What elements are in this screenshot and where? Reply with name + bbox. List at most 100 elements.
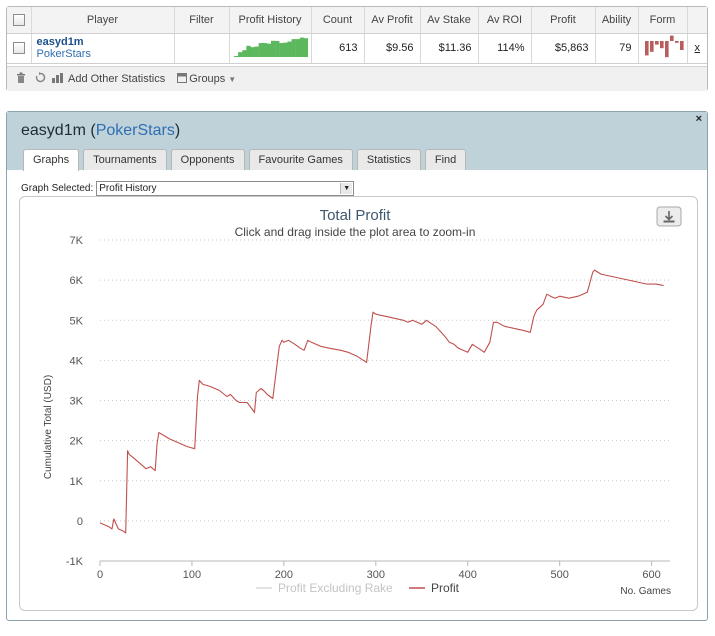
stats-table: Player Filter Profit History Count Av Pr… (7, 7, 707, 64)
tab-find[interactable]: Find (424, 149, 467, 170)
chart-container[interactable]: Total Profit Click and drag inside the p… (19, 196, 698, 611)
chart-subtitle: Click and drag inside the plot area to z… (235, 225, 476, 239)
x-tick-label: 0 (97, 569, 103, 581)
form-bar (654, 40, 659, 45)
col-remove (687, 7, 707, 34)
panel-site-link[interactable]: PokerStars (96, 122, 175, 139)
x-tick-label: 200 (275, 569, 293, 581)
remove-player-link[interactable]: x (687, 33, 707, 64)
x-tick-label: 500 (550, 569, 568, 581)
sparkline-bar (291, 38, 296, 57)
panel-title: easyd1m (PokerStars) (21, 122, 181, 139)
form-bars (644, 35, 684, 57)
sparkline-bar (295, 38, 300, 57)
player-name-link[interactable]: easyd1m (37, 36, 168, 48)
graph-select-value: Profit History (99, 183, 157, 194)
sparkline-bar (299, 37, 304, 57)
sparkline-bar (282, 42, 288, 57)
col-count[interactable]: Count (311, 7, 365, 34)
bar-chart-icon (52, 72, 63, 86)
sparkline-bar (237, 51, 242, 57)
trash-icon[interactable] (16, 72, 26, 86)
profit-chart[interactable]: Total Profit Click and drag inside the p… (20, 197, 697, 610)
col-profit[interactable]: Profit (531, 7, 596, 34)
col-av-stake[interactable]: Av Stake (420, 7, 479, 34)
export-button[interactable] (656, 206, 682, 227)
series-line-profit[interactable] (99, 269, 664, 534)
player-detail-panel: easyd1m (PokerStars) × Graphs Tournament… (6, 111, 708, 621)
stats-table-panel: Player Filter Profit History Count Av Pr… (6, 6, 708, 91)
col-player[interactable]: Player (31, 7, 175, 34)
groups-label: Groups (189, 73, 226, 85)
select-all-cell[interactable] (7, 7, 32, 34)
close-icon[interactable]: × (696, 113, 702, 125)
col-form[interactable]: Form (638, 7, 688, 34)
legend-label: Profit (431, 581, 460, 595)
av-stake-cell: $11.36 (420, 33, 479, 64)
sparkline-bar (270, 40, 275, 57)
y-tick-label: 3K (70, 396, 84, 408)
refresh-icon[interactable] (35, 72, 46, 86)
y-tick-label: 5K (70, 315, 84, 327)
add-other-statistics-button[interactable]: Add Other Statistics (52, 72, 165, 86)
form-cell (638, 33, 688, 64)
form-bar (674, 40, 679, 43)
col-av-profit[interactable]: Av Profit (364, 7, 421, 34)
x-tick-label: 300 (367, 569, 385, 581)
graph-select[interactable]: Profit History ▼ (96, 181, 355, 196)
tab-graphs[interactable]: Graphs (23, 149, 80, 171)
col-ability[interactable]: Ability (595, 7, 639, 34)
legend-item[interactable]: Profit Excluding Rake (256, 581, 393, 595)
x-axis-label: No. Games (620, 586, 671, 597)
col-av-roi[interactable]: Av ROI (478, 7, 532, 34)
panel-player-name: easyd1m (21, 122, 86, 139)
chevron-down-icon: ▼ (228, 74, 237, 84)
tab-favourite-games[interactable]: Favourite Games (248, 149, 353, 170)
row-checkbox-cell[interactable] (7, 33, 32, 64)
sparkline-bar (266, 43, 271, 57)
tab-opponents[interactable]: Opponents (170, 149, 245, 170)
player-site-link[interactable]: PokerStars (37, 48, 168, 60)
y-tick-label: 0 (77, 516, 83, 528)
select-all-checkbox[interactable] (12, 13, 25, 26)
sparkline-bar (278, 42, 284, 57)
sparkline-bar (286, 41, 292, 57)
chart-title: Total Profit (320, 207, 392, 224)
graph-selector-row: Graph Selected: Profit History ▼ (21, 181, 355, 196)
tab-statistics[interactable]: Statistics (356, 149, 421, 170)
legend-item[interactable]: Profit (409, 581, 460, 595)
player-cell[interactable]: easyd1m PokerStars (31, 33, 175, 64)
av-profit-cell: $9.56 (364, 33, 421, 64)
y-tick-label: 6K (70, 275, 84, 287)
groups-dropdown[interactable]: Groups ▼ (177, 72, 237, 86)
x-tick-label: 400 (459, 569, 477, 581)
sparkline-bar (303, 37, 308, 57)
sparkline-bar (245, 45, 251, 57)
form-bar (649, 40, 654, 52)
stats-header-row: Player Filter Profit History Count Av Pr… (7, 7, 707, 34)
x-tick-label: 600 (642, 569, 660, 581)
table-row[interactable]: easyd1m PokerStars 613 $9.56 $11.36 114%… (7, 33, 707, 64)
y-tick-label: 1K (70, 476, 84, 488)
tab-tournaments[interactable]: Tournaments (83, 149, 167, 170)
form-bar (669, 35, 674, 41)
panel-tabs: Graphs Tournaments Opponents Favourite G… (23, 149, 470, 171)
col-filter[interactable]: Filter (174, 7, 230, 34)
col-profit-history[interactable]: Profit History (229, 7, 312, 34)
av-roi-cell: 114% (478, 33, 532, 64)
form-bar (644, 40, 649, 55)
ability-cell: 79 (595, 33, 639, 64)
sparkline-bar (262, 42, 267, 57)
profit-cell: $5,863 (531, 33, 596, 64)
form-bar (679, 40, 684, 50)
sparkline-bar (254, 46, 259, 57)
sparkline-bar (258, 42, 263, 57)
graph-selected-label: Graph Selected: (21, 183, 94, 194)
profit-history-cell[interactable] (229, 33, 312, 64)
y-tick-label: 2K (70, 436, 84, 448)
sparkline-bar (274, 40, 279, 57)
row-checkbox[interactable] (12, 42, 25, 55)
y-tick-label: 4K (70, 355, 84, 367)
filter-cell[interactable] (174, 33, 230, 64)
groups-icon (177, 72, 188, 86)
